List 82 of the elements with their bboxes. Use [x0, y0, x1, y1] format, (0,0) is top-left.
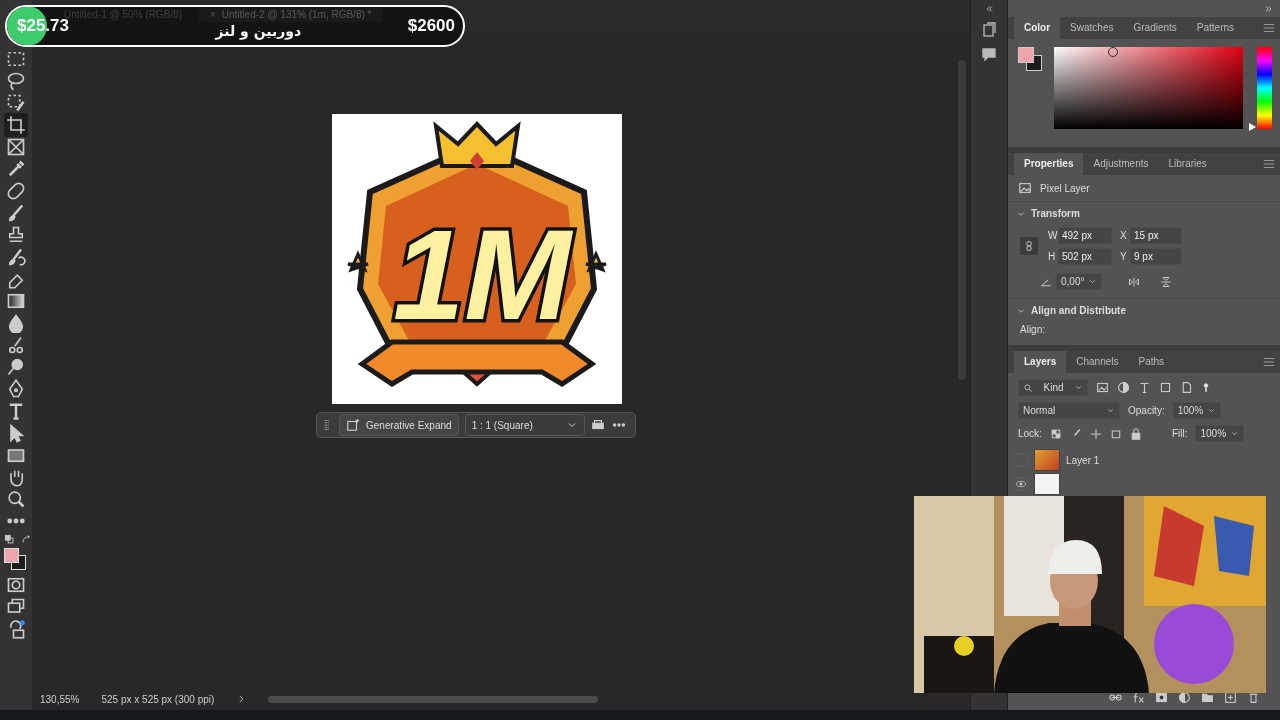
transform-icon[interactable] [1159, 381, 1172, 394]
flip-vertical-icon[interactable] [1160, 275, 1173, 288]
link-icon[interactable] [1023, 240, 1035, 252]
crop-icon[interactable] [4, 113, 28, 137]
crop-frame-icon[interactable] [1109, 427, 1122, 440]
comment-icon[interactable] [981, 46, 997, 62]
align-label: Align: [1019, 323, 1046, 337]
panel-tab[interactable]: Layers [1014, 351, 1067, 373]
trash-icon[interactable] [1247, 691, 1260, 704]
input-field[interactable]: 492 px [1058, 227, 1112, 244]
chevron-down-icon[interactable] [1207, 406, 1217, 415]
badge-text: 1M [393, 203, 571, 346]
layer-type: Pixel Layer [1040, 182, 1090, 194]
chevron-down-icon[interactable] [1074, 383, 1083, 392]
field-label: H [1048, 251, 1057, 262]
input-field[interactable]: 502 px [1058, 248, 1112, 265]
menu-icon[interactable] [1262, 21, 1276, 35]
panel-tab[interactable]: Color [1014, 17, 1061, 39]
history-icon[interactable] [981, 22, 997, 38]
flip-horizontal-icon[interactable] [1128, 275, 1141, 288]
caption-text: دوربین و لنز [215, 24, 302, 38]
chevron-down-icon[interactable] [1088, 277, 1098, 286]
color-picker-field[interactable] [1053, 47, 1244, 129]
layer-thumbnail [1034, 473, 1060, 495]
amount-text: $2600 [407, 16, 455, 36]
type-icon[interactable] [1138, 381, 1151, 394]
zoom-level: 130,55% [40, 693, 80, 705]
panel-tab[interactable]: Paths [1128, 351, 1175, 373]
crop-frame-icon[interactable] [591, 418, 605, 432]
section-header[interactable]: Align and Distribute [1008, 298, 1280, 322]
panel-tab[interactable]: Channels [1066, 351, 1129, 373]
document-size: 525 px x 525 px (300 ppi) [101, 693, 215, 705]
panel-tab[interactable]: Swatches [1060, 17, 1124, 39]
search-icon[interactable] [1023, 382, 1033, 393]
adjustment-icon[interactable] [1178, 691, 1191, 704]
panel-tab[interactable]: Gradients [1123, 17, 1187, 39]
panel-tab[interactable]: Libraries [1158, 153, 1217, 175]
generative-expand-button[interactable]: Generative Expand [339, 414, 459, 436]
default-colors-icon[interactable] [4, 534, 15, 545]
scrollbar[interactable] [268, 695, 599, 703]
visibility-toggle[interactable] [1014, 477, 1028, 491]
angle-field[interactable]: 0,00° [1056, 273, 1103, 290]
field-label: W [1048, 230, 1058, 241]
section-header[interactable]: Transform [1008, 201, 1280, 225]
panel-tab[interactable]: Adjustments [1083, 153, 1159, 175]
move-icon[interactable] [1089, 427, 1102, 440]
field-label: X [1120, 230, 1128, 241]
filter-dropdown[interactable]: Kind [1018, 379, 1088, 396]
fill-label: Fill: [1171, 428, 1188, 439]
expand-icon[interactable] [1264, 3, 1274, 14]
link-icon[interactable] [1109, 691, 1122, 704]
color-swatches-icon[interactable] [4, 548, 26, 570]
folder-icon[interactable] [1201, 691, 1214, 704]
half-circle-icon[interactable] [1117, 381, 1130, 394]
layer-thumbnail [1034, 449, 1060, 471]
menu-icon[interactable] [1262, 355, 1276, 369]
collapse-icon[interactable] [984, 4, 994, 14]
field-label: Y [1120, 251, 1128, 262]
image-icon[interactable] [1018, 181, 1032, 195]
blend-mode-dropdown[interactable]: Normal [1018, 402, 1120, 419]
hue-slider[interactable] [1249, 47, 1272, 129]
panel-tab[interactable]: Properties [1014, 153, 1084, 175]
panel-tab[interactable]: Patterns [1186, 17, 1245, 39]
fill-field[interactable]: 100% [1195, 425, 1245, 442]
toggle-icon[interactable] [1201, 380, 1211, 395]
image-filter-icon[interactable] [1096, 381, 1109, 394]
chevron-down-icon[interactable] [1230, 429, 1240, 438]
effects-icon[interactable] [1132, 691, 1145, 704]
opacity-field[interactable]: 100% [1172, 402, 1222, 419]
opacity-label: Opacity: [1128, 405, 1165, 416]
input-field[interactable]: 15 px [1130, 227, 1182, 244]
lock-label: Lock: [1018, 428, 1042, 439]
checkerboard-icon[interactable] [1049, 427, 1062, 440]
chevron-down-icon[interactable] [1106, 406, 1115, 415]
image-sparkle-icon[interactable] [346, 418, 360, 432]
swap-icon[interactable] [21, 534, 32, 545]
menu-icon[interactable] [1262, 157, 1276, 171]
layer-name[interactable]: Layer 1 [1066, 454, 1100, 466]
lock-icon[interactable] [1129, 427, 1142, 440]
input-field[interactable]: 9 px [1130, 248, 1182, 265]
ratio-dropdown[interactable]: 1 : 1 (Square) [464, 414, 585, 436]
smart-object-icon[interactable] [1180, 381, 1193, 394]
